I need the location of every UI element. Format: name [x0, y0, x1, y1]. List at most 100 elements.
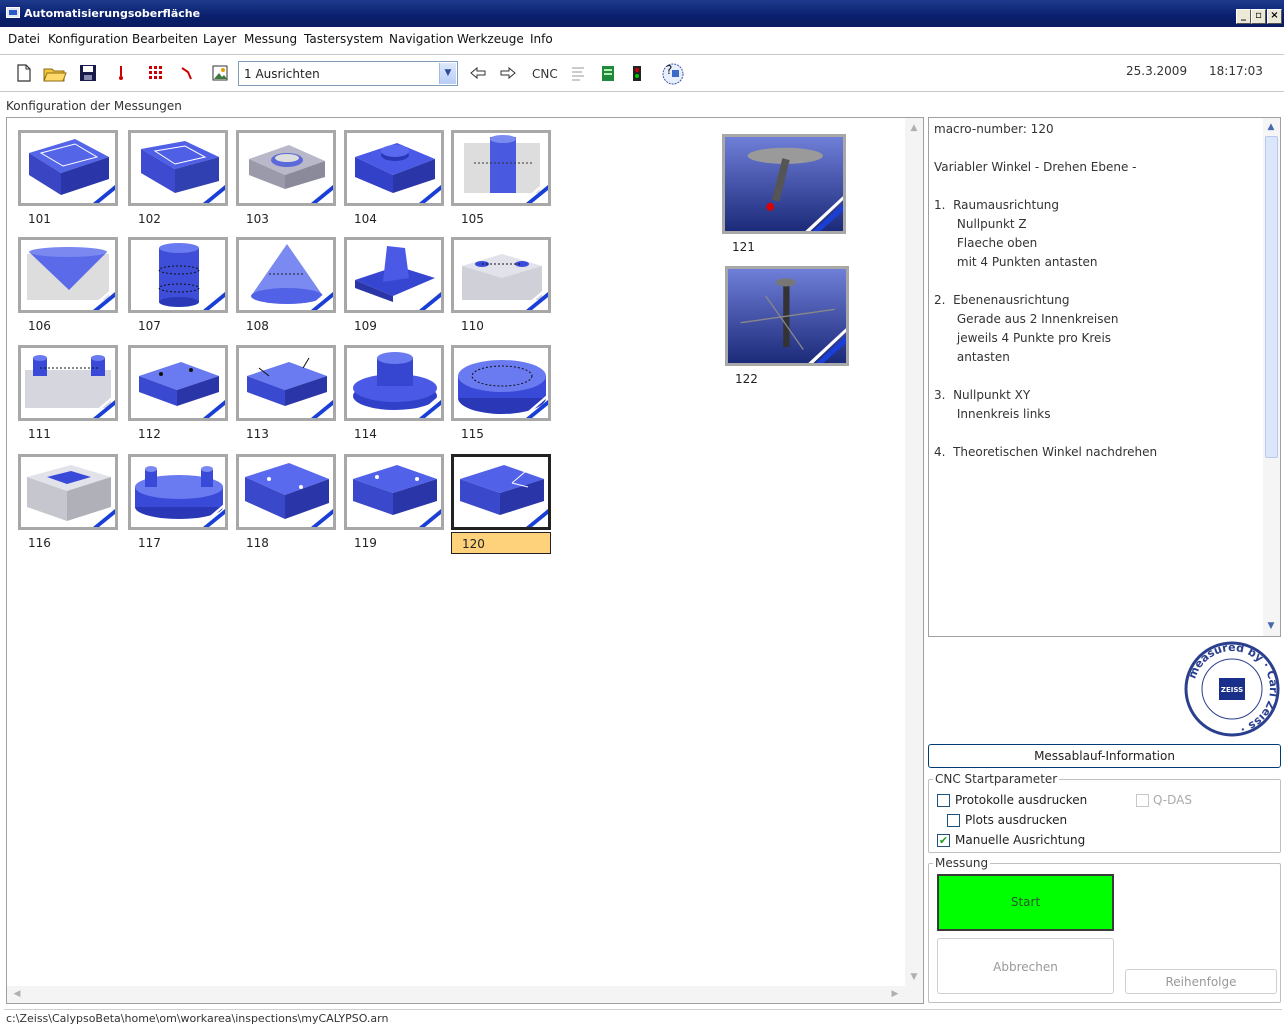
scroll-right-icon[interactable]: ▶: [887, 986, 903, 1002]
save-icon[interactable]: [78, 63, 98, 83]
macro-preview-graphic: [347, 240, 441, 310]
path-icon[interactable]: [178, 63, 198, 83]
macro-thumbnail-115[interactable]: 115: [451, 345, 551, 445]
macro-number: 105: [461, 212, 484, 226]
macro-thumbnail-119[interactable]: 119: [344, 454, 444, 554]
macro-thumbnail-107[interactable]: 107: [128, 237, 228, 337]
macro-preview-image: [344, 237, 444, 313]
menu-info[interactable]: Info: [530, 32, 553, 46]
macro-thumbnail-112[interactable]: 112: [128, 345, 228, 445]
info-line: Nullpunkt Z: [934, 217, 1027, 231]
messablauf-info-button[interactable]: Messablauf-Information: [928, 744, 1281, 768]
macro-thumbnail-121[interactable]: 121: [722, 134, 846, 258]
abort-button[interactable]: Abbrechen: [937, 938, 1114, 994]
scroll-up-icon[interactable]: ▲: [1263, 119, 1279, 135]
macro-thumbnail-104[interactable]: 104: [344, 130, 444, 230]
list-icon[interactable]: [568, 63, 588, 83]
scroll-left-icon[interactable]: ◀: [9, 986, 25, 1002]
macro-thumbnail-103[interactable]: 103: [236, 130, 336, 230]
macro-thumbnail-111[interactable]: 111: [18, 345, 118, 445]
scroll-down-icon[interactable]: ▼: [906, 969, 922, 985]
macro-thumbnail-122[interactable]: 122: [725, 266, 849, 390]
gallery-vertical-scrollbar[interactable]: ▲ ▼: [905, 118, 923, 1003]
close-button[interactable]: ×: [1267, 9, 1282, 24]
menu-bearbeiten[interactable]: Bearbeiten: [132, 32, 198, 46]
menu-werkzeuge[interactable]: Werkzeuge: [457, 32, 524, 46]
restore-button[interactable]: ▫: [1251, 9, 1266, 24]
zeiss-seal-logo: measured by · Carl Zeiss · ZEISS: [1184, 641, 1280, 737]
cnc-group-title: CNC Startparameter: [933, 772, 1060, 786]
plots-checkbox[interactable]: [947, 814, 960, 827]
status-bar-path: c:\Zeiss\CalypsoBeta\home\om\workarea\in…: [4, 1009, 1282, 1025]
macro-number: 117: [138, 536, 161, 550]
macro-thumbnail-113[interactable]: 113: [236, 345, 336, 445]
qdas-checkbox[interactable]: [1136, 794, 1149, 807]
manuelle-checkbox[interactable]: ✔: [937, 834, 950, 847]
cnc-button[interactable]: CNC: [532, 67, 558, 81]
macro-thumbnail-116[interactable]: 116: [18, 454, 118, 554]
macro-select[interactable]: 1 Ausrichten ▼: [238, 61, 458, 86]
macro-number: 108: [246, 319, 269, 333]
macro-preview-image: [725, 266, 849, 366]
arrow-right-icon[interactable]: [498, 63, 518, 83]
info-line: jeweils 4 Punkte pro Kreis: [934, 331, 1112, 345]
macro-thumbnail-105[interactable]: 105: [451, 130, 551, 230]
macro-thumbnail-114[interactable]: 114: [344, 345, 444, 445]
macro-preview-graphic: [21, 133, 115, 203]
title-bar: Automatisierungsoberfläche _ ▫ ×: [0, 0, 1284, 27]
info-line: Variabler Winkel - Drehen Ebene -: [934, 160, 1137, 174]
macro-select-value: 1 Ausrichten: [244, 67, 320, 81]
macro-thumbnail-108[interactable]: 108: [236, 237, 336, 337]
macro-number: 115: [461, 427, 484, 441]
image-icon[interactable]: [210, 63, 230, 83]
menu-konfiguration[interactable]: Konfiguration: [48, 32, 128, 46]
open-folder-icon[interactable]: [42, 63, 68, 83]
report-icon[interactable]: [598, 63, 618, 83]
macro-number: 114: [354, 427, 377, 441]
menu-messung[interactable]: Messung: [244, 32, 297, 46]
scroll-up-icon[interactable]: ▲: [906, 120, 922, 136]
macro-label: 103: [236, 208, 336, 230]
scroll-down-icon[interactable]: ▼: [1263, 618, 1279, 634]
macro-preview-image: [236, 237, 336, 313]
menu-datei[interactable]: Datei: [8, 32, 40, 46]
macro-label: 105: [451, 208, 551, 230]
macro-number: 110: [461, 319, 484, 333]
macro-thumbnail-106[interactable]: 106: [18, 237, 118, 337]
macro-number: 112: [138, 427, 161, 441]
info-scrollbar[interactable]: ▲ ▼: [1263, 118, 1280, 636]
macro-preview-image: [128, 345, 228, 421]
macro-thumbnail-102[interactable]: 102: [128, 130, 228, 230]
start-button[interactable]: Start: [937, 874, 1114, 931]
gallery-horizontal-scrollbar[interactable]: ◀ ▶: [7, 986, 907, 1003]
macro-thumbnail-109[interactable]: 109: [344, 237, 444, 337]
arrow-left-icon[interactable]: [468, 63, 488, 83]
macro-thumbnail-110[interactable]: 110: [451, 237, 551, 337]
macro-number: 109: [354, 319, 377, 333]
traffic-light-icon[interactable]: [630, 63, 644, 83]
info-line: 3. Nullpunkt XY: [934, 388, 1031, 402]
order-button[interactable]: Reihenfolge: [1125, 969, 1277, 994]
macro-label: 109: [344, 315, 444, 337]
probe-point-icon[interactable]: [116, 63, 126, 83]
macro-label: 122: [725, 368, 849, 390]
macro-number: 111: [28, 427, 51, 441]
info-line: Gerade aus 2 Innenkreisen: [934, 312, 1119, 326]
macro-thumbnail-118[interactable]: 118: [236, 454, 336, 554]
window-title: Automatisierungsoberfläche: [24, 7, 201, 20]
minimize-button[interactable]: _: [1236, 9, 1251, 24]
chevron-down-icon[interactable]: ▼: [439, 63, 456, 84]
help-icon[interactable]: ?: [660, 60, 686, 86]
protokolle-checkbox[interactable]: [937, 794, 950, 807]
new-file-icon[interactable]: [14, 63, 34, 83]
macro-number: 113: [246, 427, 269, 441]
menu-layer[interactable]: Layer: [203, 32, 236, 46]
scroll-thumb[interactable]: [1265, 136, 1278, 458]
macro-preview-graphic: [454, 133, 548, 203]
macro-thumbnail-120[interactable]: 120: [451, 454, 551, 554]
menu-tastersystem[interactable]: Tastersystem: [304, 32, 383, 46]
menu-navigation[interactable]: Navigation: [389, 32, 454, 46]
points-grid-icon[interactable]: [146, 63, 166, 83]
macro-thumbnail-101[interactable]: 101: [18, 130, 118, 230]
macro-thumbnail-117[interactable]: 117: [128, 454, 228, 554]
